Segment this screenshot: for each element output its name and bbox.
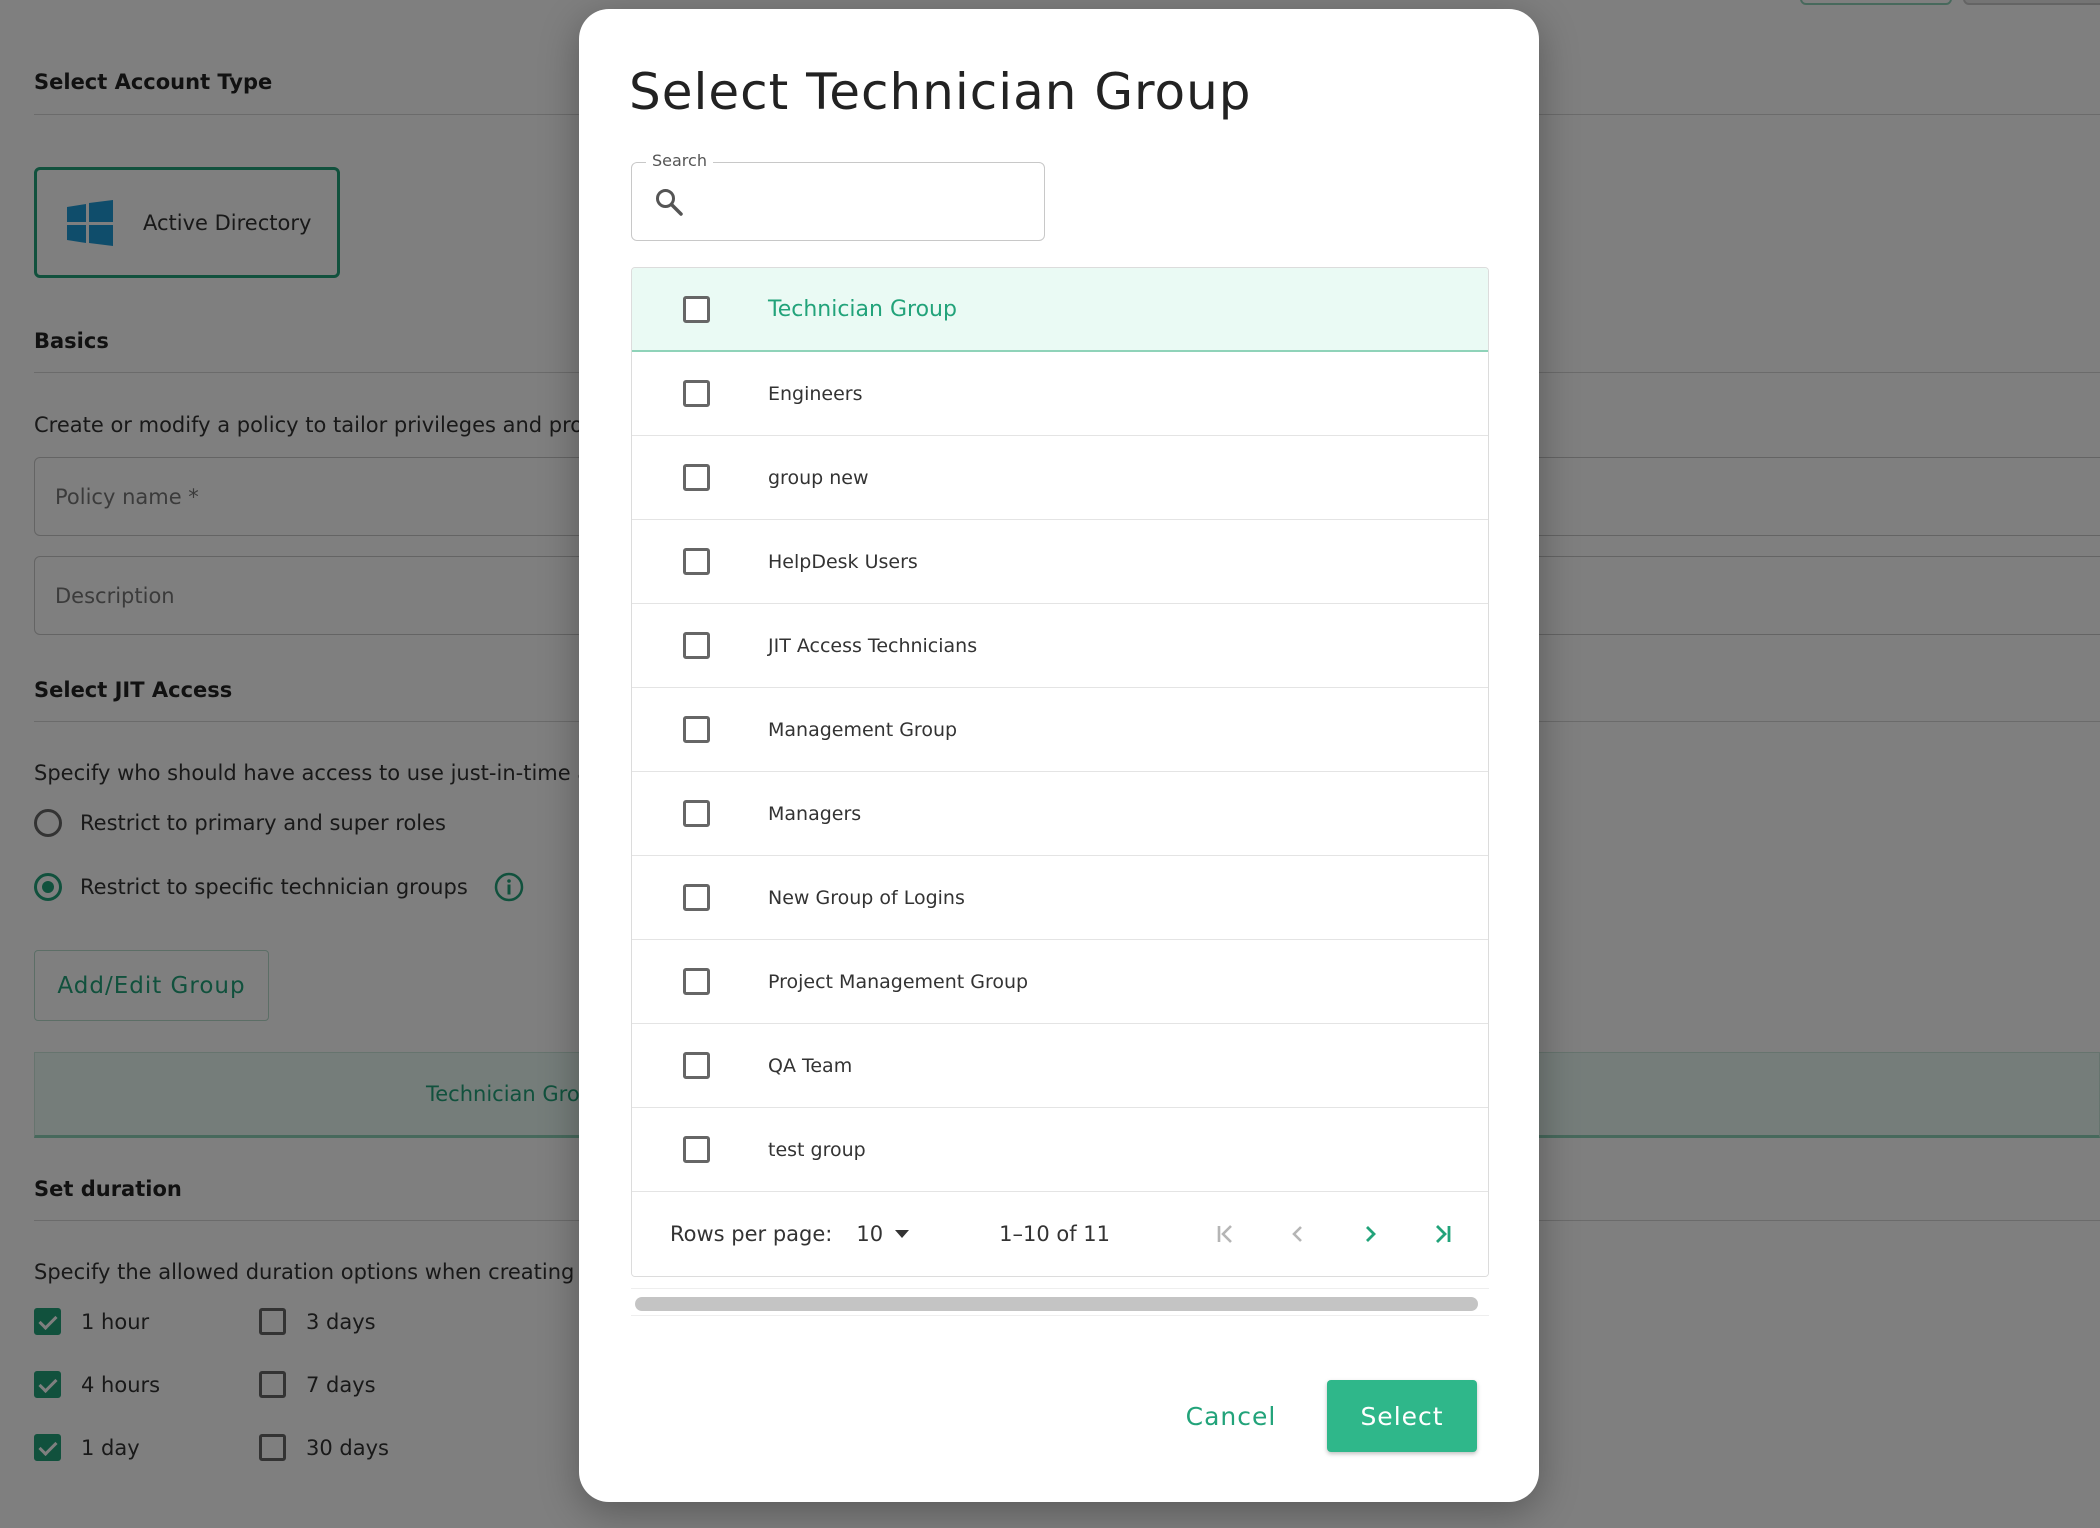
group-name: Managers [768,802,862,825]
search-field[interactable]: Search [631,151,1045,241]
group-name: Management Group [768,718,958,741]
select-button[interactable]: Select [1327,1380,1477,1452]
row-checkbox[interactable] [682,884,710,911]
group-name: Engineers [768,382,863,405]
group-name: group new [768,466,869,489]
row-checkbox[interactable] [682,464,710,491]
first-page-button[interactable] [1190,1214,1262,1254]
previous-page-button[interactable] [1262,1214,1334,1254]
row-checkbox[interactable] [682,800,710,827]
search-input[interactable] [698,179,1028,225]
table-row[interactable]: group new [632,436,1488,520]
row-checkbox[interactable] [682,716,710,743]
chevron-right-icon [1366,1226,1376,1242]
pagination-range: 1–10 of 11 [999,1222,1111,1246]
dialog-title: Select Technician Group [629,63,1252,121]
row-checkbox[interactable] [682,1136,710,1163]
rows-per-page-value: 10 [856,1222,884,1246]
group-name: test group [768,1138,866,1161]
group-name: QA Team [768,1054,853,1077]
group-name: New Group of Logins [768,886,965,909]
table-row[interactable]: QA Team [632,1024,1488,1108]
table-row[interactable]: New Group of Logins [632,856,1488,940]
scrollbar-thumb[interactable] [635,1297,1478,1311]
rows-per-page-label: Rows per page: [670,1222,833,1246]
chevron-left-icon [1292,1226,1302,1242]
horizontal-scrollbar[interactable] [631,1288,1489,1316]
next-page-button[interactable] [1334,1214,1406,1254]
table-pagination: Rows per page: 10 1–10 of 11 [632,1192,1488,1276]
table-header-row: Technician Group [632,268,1488,352]
row-checkbox[interactable] [682,1052,710,1079]
column-header-technician-group[interactable]: Technician Group [768,297,957,322]
search-label: Search [646,151,713,170]
pagination-nav [1190,1214,1478,1254]
table-row[interactable]: HelpDesk Users [632,520,1488,604]
table-row[interactable]: Management Group [632,688,1488,772]
rows-per-page-select[interactable]: 10 [856,1222,910,1246]
cancel-button[interactable]: Cancel [1171,1381,1291,1451]
last-page-icon [1436,1225,1451,1243]
table-row[interactable]: Engineers [632,352,1488,436]
caret-down-icon [895,1230,910,1238]
row-checkbox[interactable] [682,548,710,575]
select-technician-group-dialog: Select Technician Group Search Technicia… [579,9,1539,1502]
technician-group-table: Technician Group Engineers group new Hel… [631,267,1489,1277]
select-all-checkbox[interactable] [682,295,710,323]
table-row[interactable]: Project Management Group [632,940,1488,1024]
group-name: HelpDesk Users [768,550,918,573]
table-row[interactable]: Managers [632,772,1488,856]
search-icon [656,189,683,216]
row-checkbox[interactable] [682,632,710,659]
first-page-icon [1217,1225,1232,1243]
row-checkbox[interactable] [682,968,710,995]
group-name: JIT Access Technicians [768,634,978,657]
group-name: Project Management Group [768,970,1029,993]
table-row[interactable]: JIT Access Technicians [632,604,1488,688]
last-page-button[interactable] [1406,1214,1478,1254]
table-row[interactable]: test group [632,1108,1488,1192]
row-checkbox[interactable] [682,380,710,407]
